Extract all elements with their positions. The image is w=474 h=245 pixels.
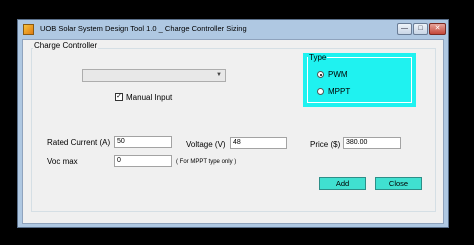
price-label: Price ($) [310, 140, 341, 149]
type-panel: Type PWM MPPT [303, 53, 416, 107]
pwm-radio[interactable] [317, 71, 324, 78]
title-bar[interactable]: UOB Solar System Design Tool 1.0 _ Charg… [18, 20, 448, 39]
mppt-label: MPPT [328, 87, 351, 96]
chevron-down-icon[interactable]: ▼ [216, 72, 222, 78]
controller-select[interactable]: ▼ [82, 69, 226, 82]
add-button[interactable]: Add [319, 177, 366, 190]
pwm-label: PWM [328, 70, 348, 79]
price-input[interactable]: 380.00 [343, 137, 401, 149]
close-button[interactable]: Close [375, 177, 422, 190]
voc-max-label: Voc max [47, 157, 78, 166]
window-title: UOB Solar System Design Tool 1.0 _ Charg… [40, 24, 247, 33]
manual-input-checkbox[interactable]: ✓ [115, 93, 123, 101]
charge-controller-window: UOB Solar System Design Tool 1.0 _ Charg… [17, 19, 449, 228]
mppt-only-hint: ( For MPPT type only ) [176, 159, 237, 165]
minimize-button[interactable]: — [397, 23, 412, 35]
group-label: Charge Controller [33, 41, 99, 50]
type-frame [307, 57, 412, 103]
voltage-label: Voltage (V) [186, 140, 226, 149]
rated-current-input[interactable]: 50 [114, 136, 172, 148]
close-window-button[interactable]: ✕ [429, 23, 446, 35]
maximize-button[interactable]: □ [413, 23, 428, 35]
manual-input-label: Manual Input [126, 93, 173, 102]
solar-app-icon [23, 24, 34, 35]
mppt-radio[interactable] [317, 88, 324, 95]
voltage-input[interactable]: 48 [230, 137, 287, 149]
rated-current-label: Rated Current (A) [47, 138, 111, 147]
type-label: Type [308, 53, 328, 62]
voc-max-input[interactable]: 0 [114, 155, 172, 167]
